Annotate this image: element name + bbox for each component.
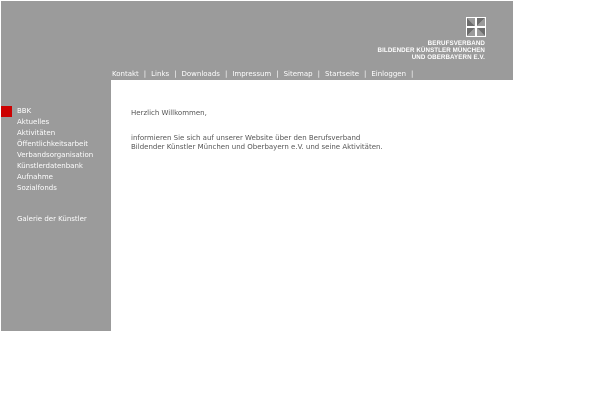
nav-separator: |	[174, 70, 177, 78]
nav-separator: |	[317, 70, 320, 78]
active-item-marker	[1, 106, 12, 117]
org-name-line: UND OBERBAYERN E.V.	[411, 53, 485, 61]
nav-impressum[interactable]: Impressum	[232, 70, 271, 78]
org-name: BERUFSVERBAND BILDENDER KÜNSTLER MÜNCHEN…	[378, 40, 485, 61]
bbk-logo-icon[interactable]	[466, 17, 486, 37]
sidebar-item-aktivitaeten[interactable]: Aktivitäten	[17, 129, 55, 137]
nav-sitemap[interactable]: Sitemap	[284, 70, 313, 78]
intro-line: Bildender Künstler München und Oberbayer…	[131, 143, 383, 151]
nav-separator: |	[276, 70, 279, 78]
nav-einloggen[interactable]: Einloggen	[371, 70, 406, 78]
sidebar-item-oeffentlichkeitsarbeit[interactable]: Öffentlichkeitsarbeit	[17, 140, 88, 148]
header: BERUFSVERBAND BILDENDER KÜNSTLER MÜNCHEN…	[1, 1, 513, 80]
nav-separator: |	[411, 70, 414, 78]
intro-line: informieren Sie sich auf unserer Website…	[131, 134, 361, 142]
sidebar-item-kuenstlerdatenbank[interactable]: Künstlerdatenbank	[17, 162, 83, 170]
intro-text: informieren Sie sich auf unserer Website…	[131, 134, 383, 152]
nav-separator: |	[143, 70, 147, 78]
sidebar-item-galerie-der-kuenstler[interactable]: Galerie der Künstler	[17, 215, 87, 223]
page-frame: BERUFSVERBAND BILDENDER KÜNSTLER MÜNCHEN…	[1, 1, 513, 331]
nav-separator: |	[224, 70, 228, 78]
main-content: Herzlich Willkommen, informieren Sie sic…	[111, 80, 513, 331]
sidebar-item-aktuelles[interactable]: Aktuelles	[17, 118, 49, 126]
sidebar-item-sozialfonds[interactable]: Sozialfonds	[17, 184, 57, 192]
nav-links[interactable]: Links	[151, 70, 169, 78]
sidebar-item-aufnahme[interactable]: Aufnahme	[17, 173, 53, 181]
sidebar: BBK Aktuelles Aktivitäten Öffentlichkeit…	[1, 80, 111, 331]
nav-downloads[interactable]: Downloads	[182, 70, 220, 78]
nav-kontakt[interactable]: Kontakt	[112, 70, 139, 78]
greeting-text: Herzlich Willkommen,	[131, 109, 207, 117]
sidebar-item-verbandsorganisation[interactable]: Verbandsorganisation	[17, 151, 93, 159]
sidebar-item-bbk[interactable]: BBK	[17, 107, 31, 115]
top-navigation: Kontakt | Links | Downloads | Impressum …	[112, 70, 418, 78]
nav-separator: |	[364, 70, 367, 78]
nav-startseite[interactable]: Startseite	[325, 70, 359, 78]
